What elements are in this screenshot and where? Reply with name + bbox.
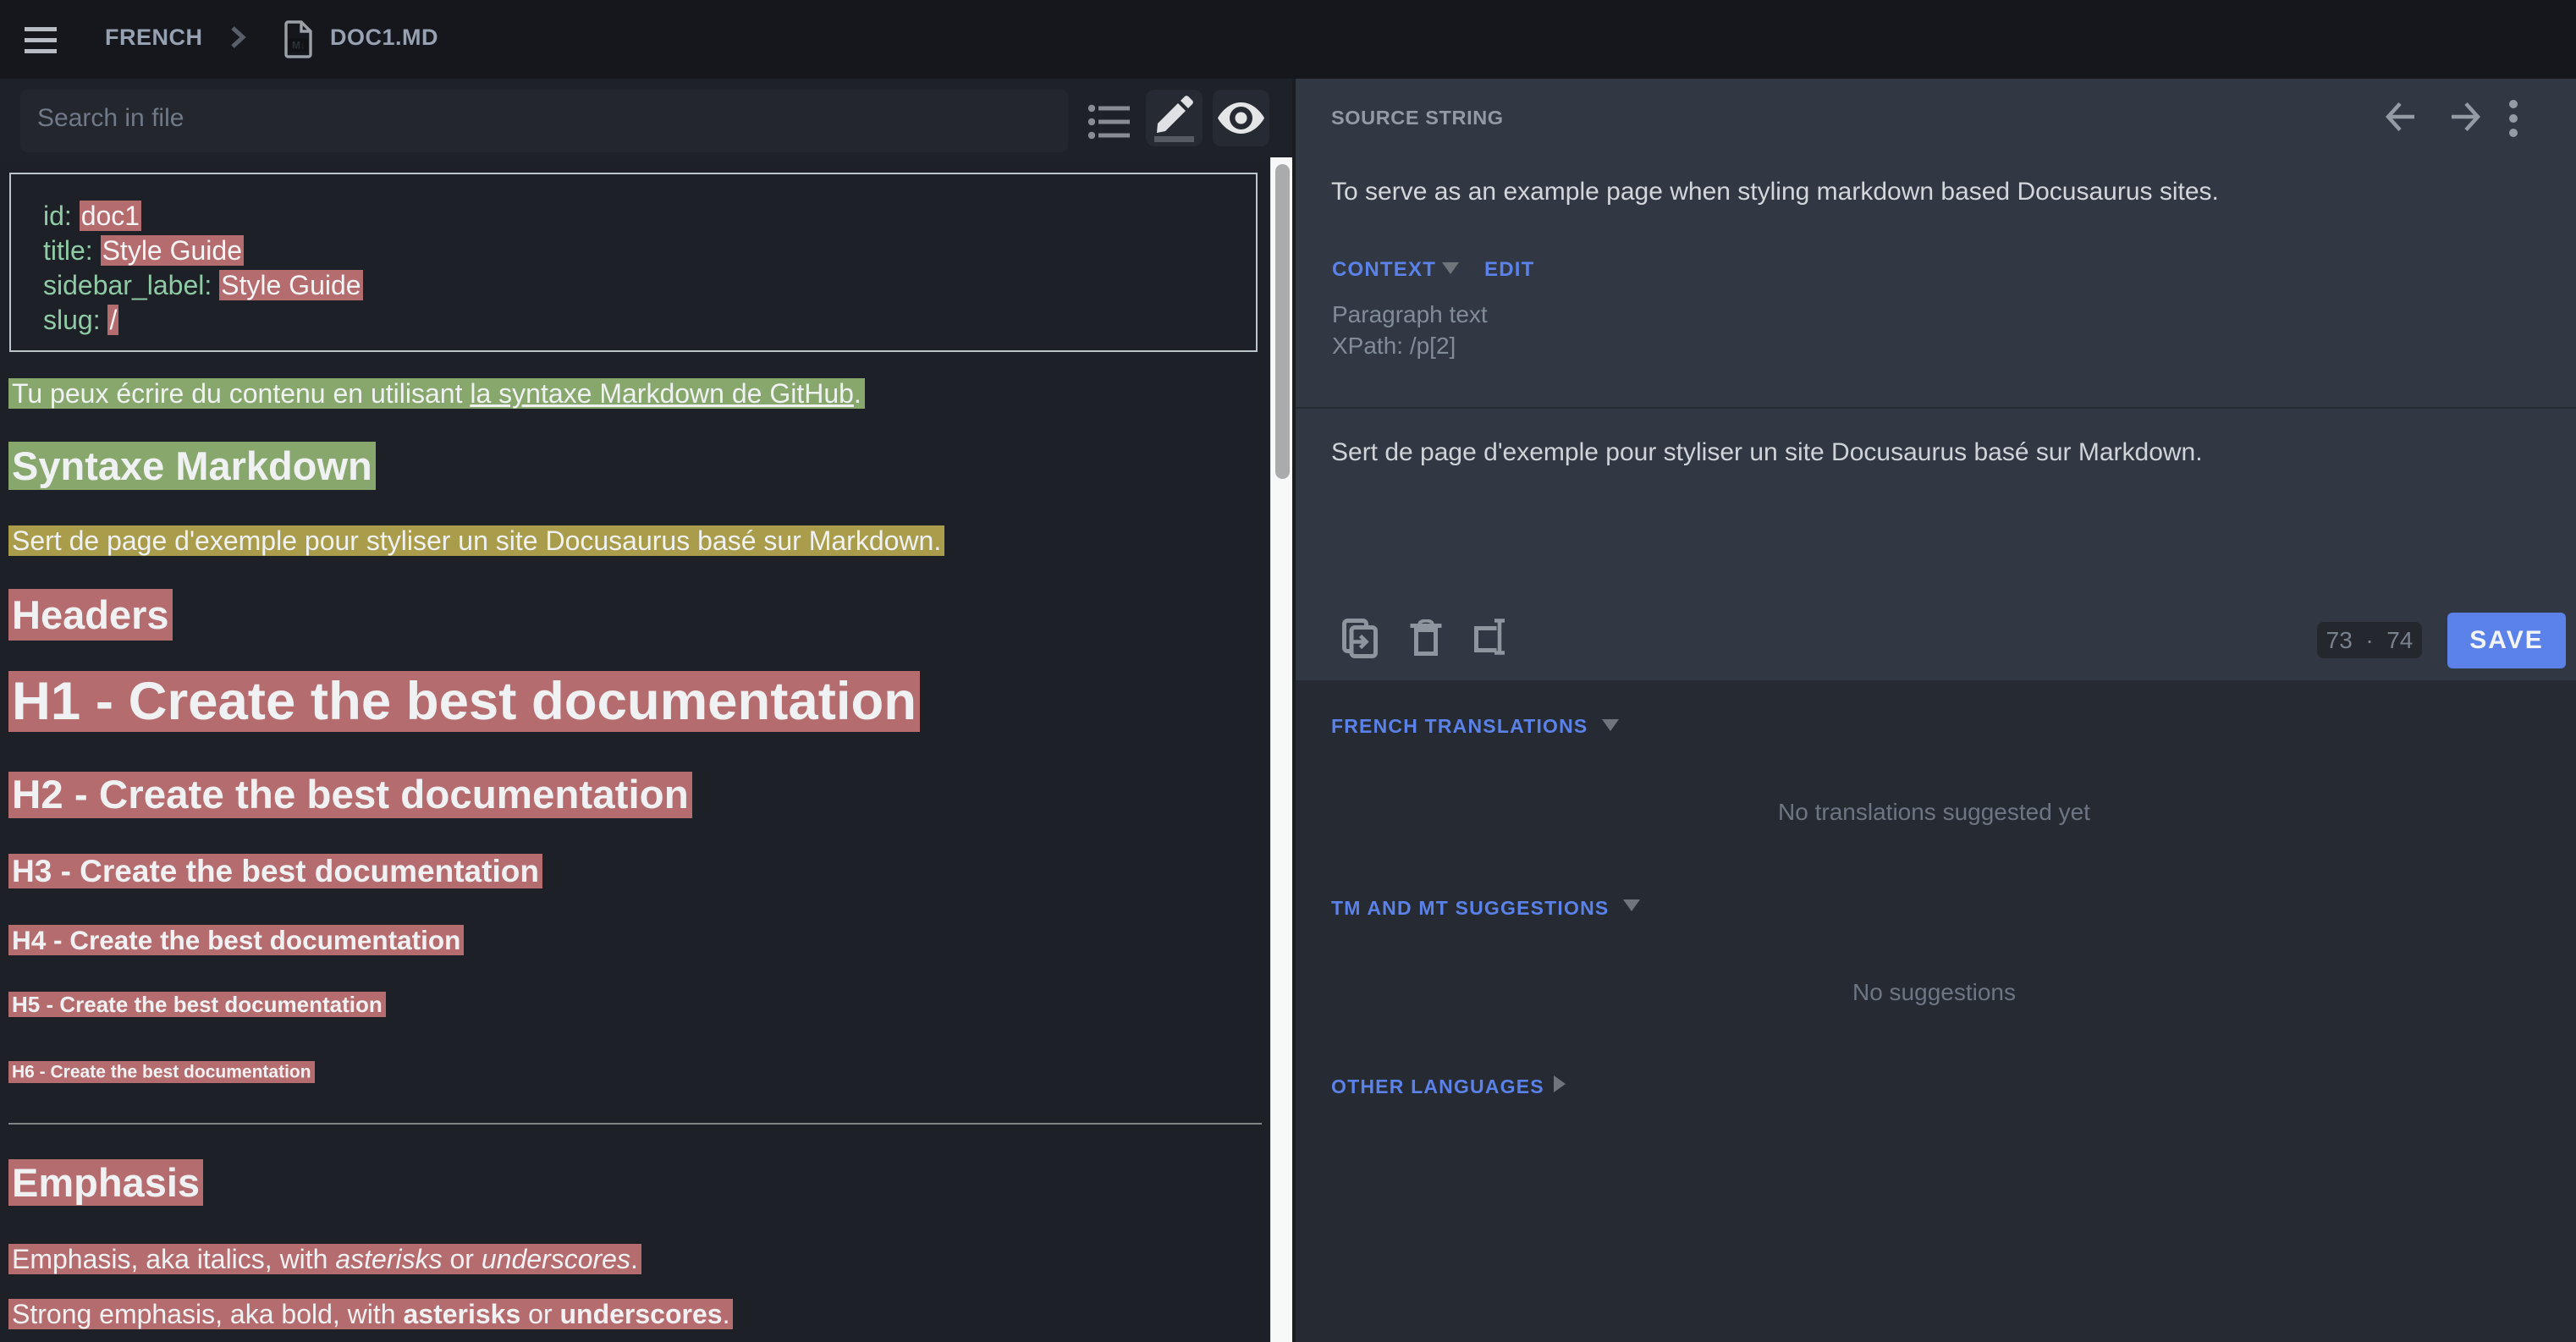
svg-text:↓: ↓ xyxy=(300,40,305,52)
svg-text:M: M xyxy=(292,40,300,52)
